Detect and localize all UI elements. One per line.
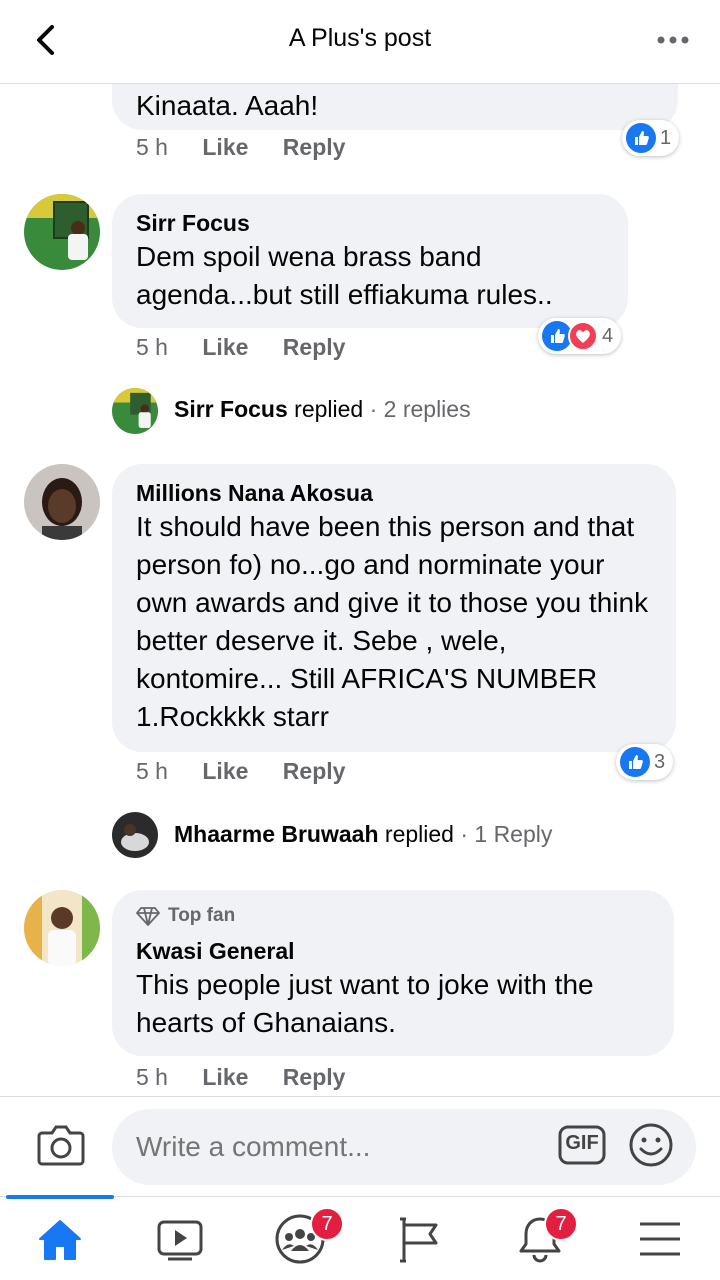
love-reaction-icon <box>568 321 598 351</box>
comments-list: Kinaata. Aaah! 5 h Like Reply 1 Sirr Foc… <box>0 84 720 1096</box>
comment-meta: 5 h Like Reply <box>136 758 373 785</box>
like-button[interactable]: Like <box>202 1064 248 1091</box>
nav-watch[interactable] <box>120 1197 240 1280</box>
view-replies-link[interactable]: Mhaarme Bruwaah replied · 1 Reply <box>174 821 552 848</box>
comment-text: Dem spoil wena brass band agenda...but s… <box>136 241 553 310</box>
comment-text: This people just want to joke with the h… <box>136 969 594 1038</box>
reply-avatar <box>112 388 158 434</box>
diamond-icon <box>136 907 160 926</box>
nav-home[interactable] <box>0 1195 120 1280</box>
like-reaction-icon <box>620 747 650 777</box>
comment-text: Kinaata. Aaah! <box>136 90 319 121</box>
more-horizontal-icon <box>657 36 689 44</box>
reaction-summary[interactable]: 4 <box>538 318 622 354</box>
comment-meta: 5 h Like Reply <box>136 334 373 361</box>
reply-button[interactable]: Reply <box>283 134 346 161</box>
comment-composer: GIF <box>0 1096 720 1196</box>
camera-button[interactable] <box>36 1123 86 1167</box>
like-button[interactable]: Like <box>202 758 248 785</box>
comment-bubble: Kinaata. Aaah! <box>112 84 678 130</box>
notification-badge: 7 <box>544 1207 578 1241</box>
reaction-count: 1 <box>660 126 672 149</box>
more-button[interactable] <box>654 28 694 52</box>
reply-author: Sirr Focus <box>174 396 288 422</box>
reply-author: Mhaarme Bruwaah <box>174 821 379 847</box>
top-fan-label: Top fan <box>168 905 236 926</box>
reply-count: · 2 replies <box>363 396 471 422</box>
active-tab-indicator <box>6 1195 114 1199</box>
like-reaction-icon <box>626 123 656 153</box>
top-fan-badge: Top fan <box>136 902 650 930</box>
camera-icon <box>37 1125 85 1166</box>
video-icon <box>157 1220 203 1261</box>
reply-verb: replied <box>287 396 364 422</box>
comment-time: 5 h <box>136 758 168 784</box>
gif-label: GIF <box>565 1132 599 1154</box>
nav-groups[interactable]: 7 <box>240 1197 360 1280</box>
reply-button[interactable]: Reply <box>283 334 346 361</box>
like-button[interactable]: Like <box>202 334 248 361</box>
reaction-summary[interactable]: 1 <box>622 120 680 156</box>
notification-badge: 7 <box>310 1207 344 1241</box>
emoji-button[interactable] <box>628 1122 674 1168</box>
comment-time: 5 h <box>136 334 168 360</box>
page-title: A Plus's post <box>288 24 432 52</box>
comment-bubble: Top fan Kwasi General This people just w… <box>112 890 674 1056</box>
home-icon <box>39 1220 81 1260</box>
gif-button[interactable]: GIF <box>558 1123 606 1167</box>
reply-verb: replied <box>378 821 454 847</box>
menu-icon <box>640 1222 680 1256</box>
comment-bubble: Sirr Focus Dem spoil wena brass band age… <box>112 194 628 328</box>
reply-count: · 1 Reply <box>453 821 553 847</box>
nav-pages[interactable] <box>360 1197 480 1280</box>
reply-button[interactable]: Reply <box>283 1064 346 1091</box>
reaction-count: 3 <box>654 750 666 773</box>
comment-meta: 5 h Like Reply <box>136 1064 373 1091</box>
reaction-count: 4 <box>602 324 614 347</box>
comment-time: 5 h <box>136 1064 168 1090</box>
comment-author[interactable]: Millions Nana Akosua <box>136 478 652 508</box>
avatar[interactable] <box>24 194 100 270</box>
comment-input[interactable] <box>112 1109 696 1185</box>
avatar[interactable] <box>24 464 100 540</box>
reply-avatar <box>112 812 158 858</box>
comment-text: It should have been this person and that… <box>136 511 649 732</box>
smiley-icon <box>629 1123 673 1167</box>
comment-author[interactable]: Kwasi General <box>136 936 650 966</box>
bottom-nav: 7 7 <box>0 1195 720 1280</box>
avatar[interactable] <box>24 890 100 966</box>
top-bar: A Plus's post <box>0 0 720 84</box>
like-button[interactable]: Like <box>202 134 248 161</box>
comment-author[interactable]: Sirr Focus <box>136 208 604 238</box>
pages-flag-icon <box>400 1217 438 1263</box>
nav-notifications[interactable]: 7 <box>480 1197 600 1280</box>
comment-meta: 5 h Like Reply <box>136 134 373 161</box>
reaction-summary[interactable]: 3 <box>616 744 674 780</box>
reply-button[interactable]: Reply <box>283 758 346 785</box>
comment-bubble: Millions Nana Akosua It should have been… <box>112 464 676 752</box>
view-replies-link[interactable]: Sirr Focus replied · 2 replies <box>174 396 471 423</box>
nav-menu[interactable] <box>600 1197 720 1280</box>
comment-time: 5 h <box>136 134 168 160</box>
